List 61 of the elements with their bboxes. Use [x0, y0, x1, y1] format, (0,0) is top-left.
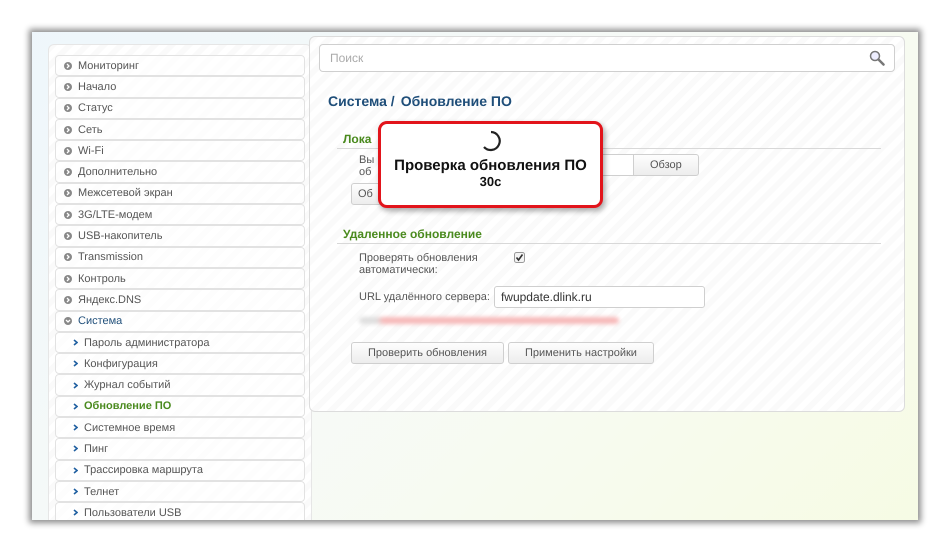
section-title: Удаленное обновление	[343, 227, 482, 241]
sidebar-subitem[interactable]: Пользователи USB	[55, 502, 305, 520]
chevron-right-icon	[64, 168, 72, 176]
chevron-right-icon	[64, 210, 72, 219]
sidebar-item[interactable]: Мониторинг	[55, 55, 305, 76]
search-icon	[869, 50, 885, 66]
sidebar-item[interactable]: Контроль	[55, 268, 305, 290]
sidebar-item[interactable]: Сеть	[55, 118, 305, 140]
url-field[interactable]: fwupdate.dlink.ru	[494, 286, 705, 308]
sidebar-item[interactable]: Wi-Fi	[55, 140, 305, 162]
chevron-right-icon	[64, 82, 72, 91]
chevron-right-icon	[73, 509, 78, 516]
chevron-down-icon	[64, 317, 72, 326]
chevron-right-icon	[64, 189, 72, 198]
action-button[interactable]: Проверить обновления	[351, 342, 504, 364]
sidebar-subitem[interactable]: Конфигурация	[55, 353, 305, 374]
sidebar-item[interactable]: 3G/LTE-модем	[55, 204, 305, 226]
sidebar-subitem[interactable]: Обновление ПО	[55, 396, 305, 418]
sidebar-subitem[interactable]: Телнет	[55, 480, 305, 502]
file-field[interactable]	[602, 154, 634, 176]
sidebar-subitem[interactable]: Трассировка маршрута	[55, 460, 305, 481]
chevron-right-icon	[64, 62, 72, 70]
chevron-right-icon	[64, 104, 72, 112]
chevron-right-icon	[64, 274, 72, 283]
action-button[interactable]: Применить настройки	[508, 342, 654, 364]
section-title: Лока	[343, 132, 372, 146]
search-field[interactable]: Поиск	[319, 44, 895, 72]
chevron-right-icon	[73, 382, 78, 389]
sidebar-subitem[interactable]: Пароль администратора	[55, 332, 305, 354]
field-label: URL удалённого сервера:	[359, 291, 490, 303]
breadcrumb: Обновление ПО	[400, 93, 512, 109]
chevron-right-icon	[73, 339, 78, 346]
sidebar-item[interactable]: Transmission	[55, 246, 305, 268]
chevron-right-icon	[73, 488, 78, 496]
chevron-right-icon	[73, 445, 78, 452]
breadcrumb: Система /	[328, 93, 395, 109]
sidebar-item[interactable]: Статус	[55, 98, 305, 119]
chevron-right-icon	[64, 232, 72, 240]
chevron-right-icon	[64, 126, 72, 134]
sidebar-item[interactable]: Дополнительно	[55, 161, 305, 183]
chevron-right-icon	[64, 296, 72, 304]
chevron-right-icon	[64, 253, 72, 262]
sidebar-item[interactable]: USB-накопитель	[55, 225, 305, 247]
sidebar-item[interactable]: Начало	[55, 76, 305, 98]
browse-button[interactable]: Обзор	[633, 154, 699, 176]
chevron-right-icon	[73, 402, 78, 410]
chevron-right-icon	[73, 360, 78, 368]
sidebar-subitem[interactable]: Пинг	[55, 438, 305, 460]
field-label: Проверять обновления автоматически:	[359, 252, 479, 276]
countdown: 30с	[480, 174, 502, 189]
field-label: Вы об	[359, 154, 374, 178]
sidebar-item[interactable]: Система	[55, 310, 305, 332]
dialog-title: Проверка обновления ПО	[394, 157, 587, 174]
sidebar-item[interactable]: Яндекс.DNS	[55, 289, 305, 311]
sidebar-item[interactable]: Межсетевой экран	[55, 182, 305, 204]
sidebar-subitem[interactable]: Журнал событий	[55, 374, 305, 396]
chevron-right-icon	[73, 466, 78, 474]
chevron-right-icon	[73, 424, 78, 432]
checkbox[interactable]	[514, 252, 525, 263]
chevron-right-icon	[64, 146, 72, 155]
sidebar-subitem[interactable]: Системное время	[55, 417, 305, 438]
